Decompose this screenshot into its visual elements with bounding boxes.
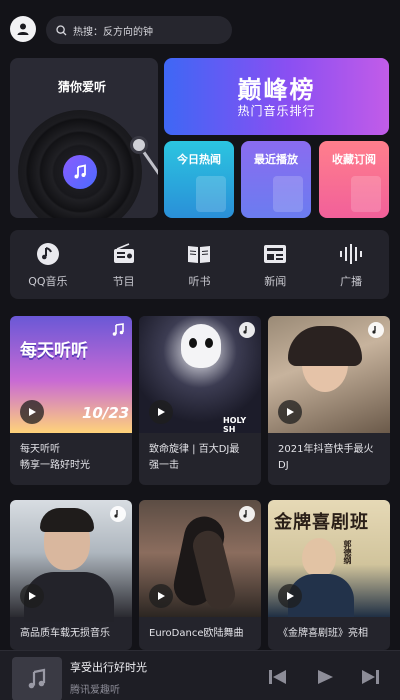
category-programs[interactable]: 节目 xyxy=(89,241,159,289)
play-icon[interactable] xyxy=(278,584,302,608)
helmet-eye xyxy=(189,338,197,348)
radio-icon xyxy=(112,241,136,267)
playlist-cover xyxy=(139,500,261,617)
now-playing-subtitle: 腾讯爱趣听 xyxy=(70,685,120,696)
qq-music-badge-icon xyxy=(239,322,255,338)
chart-subtitle: 热门音乐排行 xyxy=(237,104,316,118)
playlist-card[interactable]: HOLY SH 致命旋律 | 百大DJ最 强一击 xyxy=(139,316,261,485)
cover-title: 每天听听 xyxy=(20,341,88,361)
qq-music-badge-icon xyxy=(110,506,126,522)
music-note-icon xyxy=(63,155,97,189)
category-row: QQ音乐 节目 听书 新闻 广播 xyxy=(10,230,389,299)
play-icon[interactable] xyxy=(278,400,302,424)
playlist-title: EuroDance欧陆舞曲 xyxy=(149,628,244,639)
chart-logo: 巅峰榜 xyxy=(237,76,316,104)
portrait-hair xyxy=(288,326,362,366)
news-icon xyxy=(263,241,287,267)
tile-decoration xyxy=(351,176,381,212)
playlist-cover: 每天听听 10/23 xyxy=(10,316,132,433)
playlist-card[interactable]: 2021年抖音快手最火 DJ xyxy=(268,316,390,485)
favorites-tile[interactable]: 收藏订阅 xyxy=(319,141,389,218)
recent-play-tile[interactable]: 最近播放 xyxy=(241,141,311,218)
category-label: 听书 xyxy=(188,274,211,288)
category-news[interactable]: 新闻 xyxy=(240,241,310,289)
today-news-tile[interactable]: 今日热闻 xyxy=(164,141,234,218)
play-icon[interactable] xyxy=(20,400,44,424)
guess-you-like-card[interactable]: 猜你爱听 xyxy=(10,58,158,218)
previous-icon[interactable] xyxy=(268,669,288,689)
user-avatar-icon[interactable] xyxy=(10,16,36,42)
cover-title: 金牌喜剧班 xyxy=(274,512,369,533)
play-icon[interactable] xyxy=(316,669,334,689)
category-label: 广播 xyxy=(340,274,363,288)
today-news-label: 今日热闻 xyxy=(177,153,221,166)
category-label: QQ音乐 xyxy=(28,274,68,288)
cover-name: 郭德纲 xyxy=(343,540,352,564)
playlist-title: 每天听听 畅享一路好时光 xyxy=(20,444,90,471)
top-chart-banner[interactable]: 巅峰榜 热门音乐排行 xyxy=(164,58,389,135)
play-icon[interactable] xyxy=(149,584,173,608)
play-icon[interactable] xyxy=(20,584,44,608)
category-audiobooks[interactable]: 听书 xyxy=(164,241,234,289)
playlist-cover: 金牌喜剧班 郭德纲 xyxy=(268,500,390,617)
cover-text: HOLY SH xyxy=(223,416,247,434)
search-bar[interactable]: 热搜：反方向的钟 xyxy=(46,16,232,44)
category-qq-music[interactable]: QQ音乐 xyxy=(13,241,83,289)
helmet-shape xyxy=(181,324,221,368)
playlist-cover xyxy=(10,500,132,622)
playlist-title: 2021年抖音快手最火 DJ xyxy=(278,444,374,471)
category-label: 节目 xyxy=(112,274,135,288)
portrait-hair xyxy=(40,508,94,532)
category-label: 新闻 xyxy=(264,274,287,288)
favorites-label: 收藏订阅 xyxy=(332,153,376,166)
search-icon xyxy=(56,24,67,35)
play-icon[interactable] xyxy=(149,400,173,424)
playlist-cover: HOLY SH xyxy=(139,316,261,434)
recent-play-label: 最近播放 xyxy=(254,153,298,166)
playlist-title: 致命旋律 | 百大DJ最 强一击 xyxy=(149,444,240,471)
portrait-face xyxy=(302,538,336,578)
playlist-card[interactable]: 每天听听 10/23 每天听听 畅享一路好时光 xyxy=(10,316,132,485)
vinyl-record-icon xyxy=(18,110,142,218)
guess-you-like-title: 猜你爱听 xyxy=(58,80,107,94)
broadcast-icon xyxy=(338,241,364,267)
qq-music-icon xyxy=(36,241,60,267)
book-icon xyxy=(186,241,212,267)
tonearm-base xyxy=(130,136,148,154)
cover-date: 10/23 xyxy=(82,404,130,422)
category-broadcast[interactable]: 广播 xyxy=(316,241,386,289)
tile-decoration xyxy=(196,176,226,212)
playlist-card[interactable]: EuroDance欧陆舞曲 xyxy=(139,500,261,650)
music-note-icon xyxy=(28,668,46,689)
playlist-cover xyxy=(268,316,390,433)
playlist-title: 《金牌喜剧班》亮相 xyxy=(278,628,368,639)
playlist-card[interactable]: 高品质车载无损音乐 xyxy=(10,500,132,650)
qq-music-badge-icon xyxy=(368,322,384,338)
mini-player[interactable]: 享受出行好时光 腾讯爱趣听 xyxy=(0,650,400,700)
top-bar: 热搜：反方向的钟 xyxy=(0,0,400,56)
helmet-eye xyxy=(205,338,213,348)
now-playing-cover xyxy=(12,657,62,700)
playlist-card[interactable]: 金牌喜剧班 郭德纲 《金牌喜剧班》亮相 xyxy=(268,500,390,650)
now-playing-title: 享受出行好时光 xyxy=(70,661,147,674)
music-note-icon xyxy=(110,322,126,338)
qq-music-badge-icon xyxy=(239,506,255,522)
next-icon[interactable] xyxy=(360,669,380,689)
search-placeholder: 热搜：反方向的钟 xyxy=(73,26,153,38)
tile-decoration xyxy=(273,176,303,212)
